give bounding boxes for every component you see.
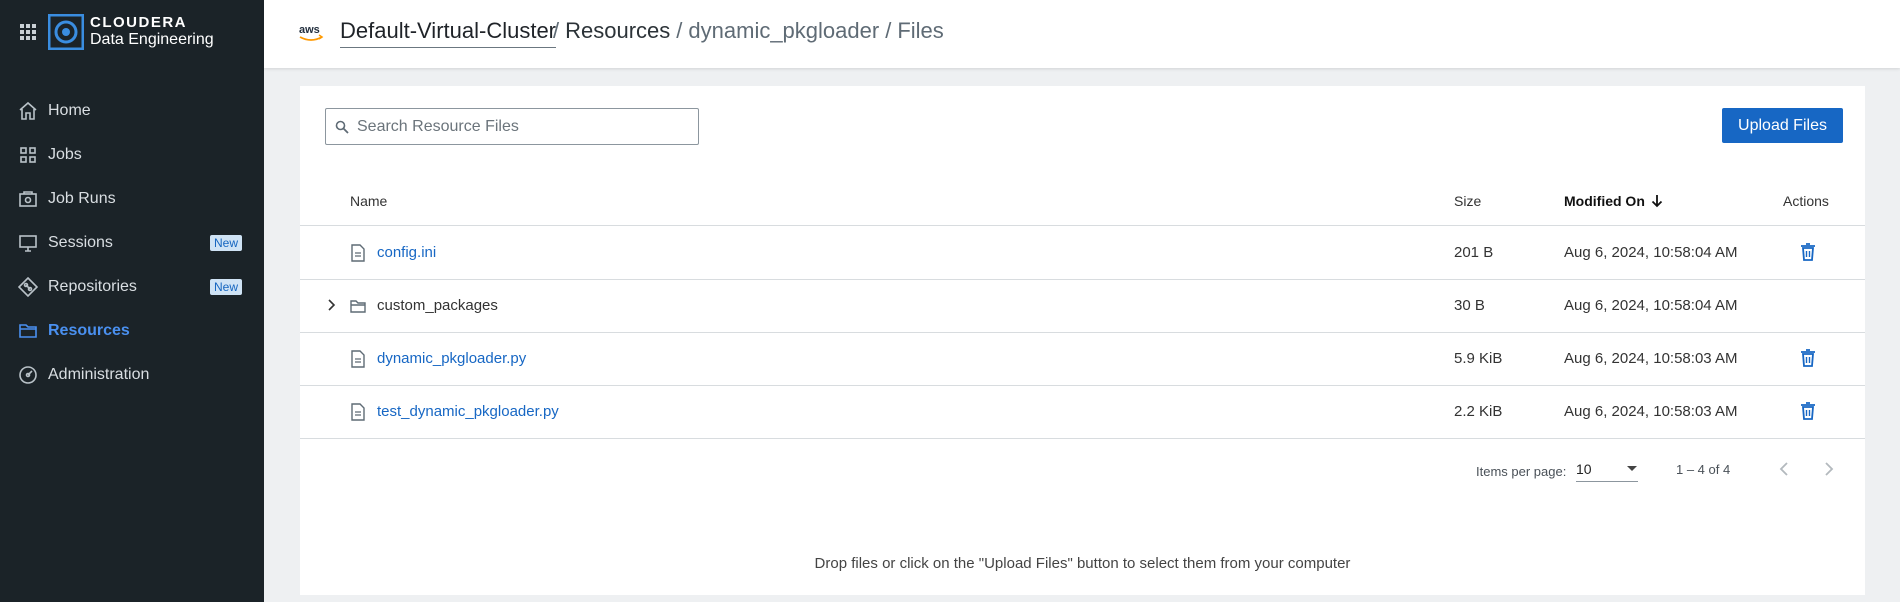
product-name: Data Engineering xyxy=(90,31,214,49)
sidebar-item-label: Resources xyxy=(48,322,130,339)
trash-icon[interactable] xyxy=(1798,348,1818,368)
drop-zone-hint[interactable]: Drop files or click on the "Upload Files… xyxy=(300,555,1865,572)
repositories-icon xyxy=(18,277,38,297)
file-name-link[interactable]: dynamic_pkgloader.py xyxy=(377,350,526,367)
new-badge: New xyxy=(209,235,242,251)
breadcrumb-separator: / xyxy=(676,18,683,43)
sidebar-item-home[interactable]: Home xyxy=(0,89,264,133)
brand: CLOUDERA Data Engineering xyxy=(18,12,214,52)
file-size: 2.2 KiB xyxy=(1454,403,1503,420)
items-per-page-select[interactable]: 10 xyxy=(1576,456,1638,482)
job-runs-icon xyxy=(19,191,37,207)
table-row: test_dynamic_pkgloader.py 2.2 KiB Aug 6,… xyxy=(300,386,1865,439)
home-icon xyxy=(19,101,37,120)
chevron-left-icon[interactable] xyxy=(1776,460,1794,478)
file-modified: Aug 6, 2024, 10:58:04 AM xyxy=(1564,244,1738,261)
upload-files-button[interactable]: Upload Files xyxy=(1722,108,1843,143)
table-row: config.ini 201 B Aug 6, 2024, 10:58:04 A… xyxy=(300,227,1865,280)
files-panel: Upload Files Name Size Modified On Actio… xyxy=(300,86,1865,595)
trash-icon[interactable] xyxy=(1798,242,1818,262)
sidebar-item-label: Repositories xyxy=(48,278,137,295)
column-size-header[interactable]: Size xyxy=(1454,193,1481,209)
brand-name: CLOUDERA xyxy=(90,13,187,31)
column-name-header[interactable]: Name xyxy=(350,193,387,209)
administration-icon xyxy=(19,366,37,384)
apps-grid-icon[interactable] xyxy=(18,22,38,42)
file-icon xyxy=(351,403,365,421)
sidebar-item-repositories[interactable]: Repositories New xyxy=(0,265,264,309)
file-modified: Aug 6, 2024, 10:58:04 AM xyxy=(1564,297,1738,314)
search-box[interactable] xyxy=(325,108,699,145)
sidebar-item-label: Administration xyxy=(48,366,150,383)
breadcrumb-resources[interactable]: Resources xyxy=(565,18,670,43)
search-icon xyxy=(335,120,349,134)
chevron-right-icon[interactable] xyxy=(324,298,338,312)
sidebar-item-sessions[interactable]: Sessions New xyxy=(0,221,264,265)
folder-icon xyxy=(350,300,366,313)
table-header: Name Size Modified On Actions xyxy=(300,176,1865,226)
file-modified: Aug 6, 2024, 10:58:03 AM xyxy=(1564,350,1738,367)
top-header: aws Default-Virtual-Cluster / Resources / d… xyxy=(264,0,1900,68)
sessions-icon xyxy=(19,235,37,252)
sort-descending-icon xyxy=(1651,195,1663,208)
file-name-link[interactable]: test_dynamic_pkgloader.py xyxy=(377,403,559,420)
breadcrumb-resource-name[interactable]: dynamic_pkgloader xyxy=(688,18,879,43)
breadcrumb: / Resources / dynamic_pkgloader / Files xyxy=(547,18,944,44)
table-row: dynamic_pkgloader.py 5.9 KiB Aug 6, 2024… xyxy=(300,333,1865,386)
aws-logo-text: aws xyxy=(299,24,320,36)
paginator: Items per page: 10 1 – 4 of 4 xyxy=(300,452,1865,492)
sidebar-item-label: Sessions xyxy=(48,234,113,251)
file-modified: Aug 6, 2024, 10:58:03 AM xyxy=(1564,403,1738,420)
folder-name[interactable]: custom_packages xyxy=(377,297,498,314)
aws-logo-icon: aws xyxy=(299,24,324,41)
sidebar: CLOUDERA Data Engineering Home Jobs Job … xyxy=(0,0,264,602)
items-per-page-value: 10 xyxy=(1576,460,1592,477)
column-modified-label: Modified On xyxy=(1564,193,1645,209)
cluster-selector[interactable]: Default-Virtual-Cluster xyxy=(340,18,557,48)
sidebar-item-resources[interactable]: Resources xyxy=(0,309,264,353)
cloudera-logo-icon xyxy=(48,14,84,50)
column-actions-header: Actions xyxy=(1783,193,1829,209)
file-icon xyxy=(351,244,365,262)
file-name-link[interactable]: config.ini xyxy=(377,244,436,261)
sidebar-item-label: Jobs xyxy=(48,146,82,163)
breadcrumb-files: Files xyxy=(897,18,944,43)
table-row: custom_packages 30 B Aug 6, 2024, 10:58:… xyxy=(300,280,1865,333)
file-size: 30 B xyxy=(1454,297,1485,314)
sidebar-nav: Home Jobs Job Runs Sessions New Reposito… xyxy=(0,89,264,397)
sidebar-item-label: Home xyxy=(48,102,91,119)
chevron-right-icon[interactable] xyxy=(1819,460,1837,478)
page-range: 1 – 4 of 4 xyxy=(1676,462,1731,477)
breadcrumb-separator: / xyxy=(553,18,560,43)
file-icon xyxy=(351,350,365,368)
trash-icon[interactable] xyxy=(1798,401,1818,421)
items-per-page-label: Items per page: xyxy=(1476,464,1567,479)
file-size: 201 B xyxy=(1454,244,1494,261)
jobs-icon xyxy=(20,147,36,163)
search-input[interactable] xyxy=(357,117,687,136)
caret-down-icon xyxy=(1627,465,1637,471)
sidebar-item-job-runs[interactable]: Job Runs xyxy=(0,177,264,221)
sidebar-item-administration[interactable]: Administration xyxy=(0,353,264,397)
resources-icon xyxy=(19,324,37,338)
sidebar-item-label: Job Runs xyxy=(48,190,116,207)
new-badge: New xyxy=(209,279,242,295)
breadcrumb-separator: / xyxy=(885,18,892,43)
column-modified-header[interactable]: Modified On xyxy=(1564,193,1663,209)
file-size: 5.9 KiB xyxy=(1454,350,1503,367)
sidebar-item-jobs[interactable]: Jobs xyxy=(0,133,264,177)
